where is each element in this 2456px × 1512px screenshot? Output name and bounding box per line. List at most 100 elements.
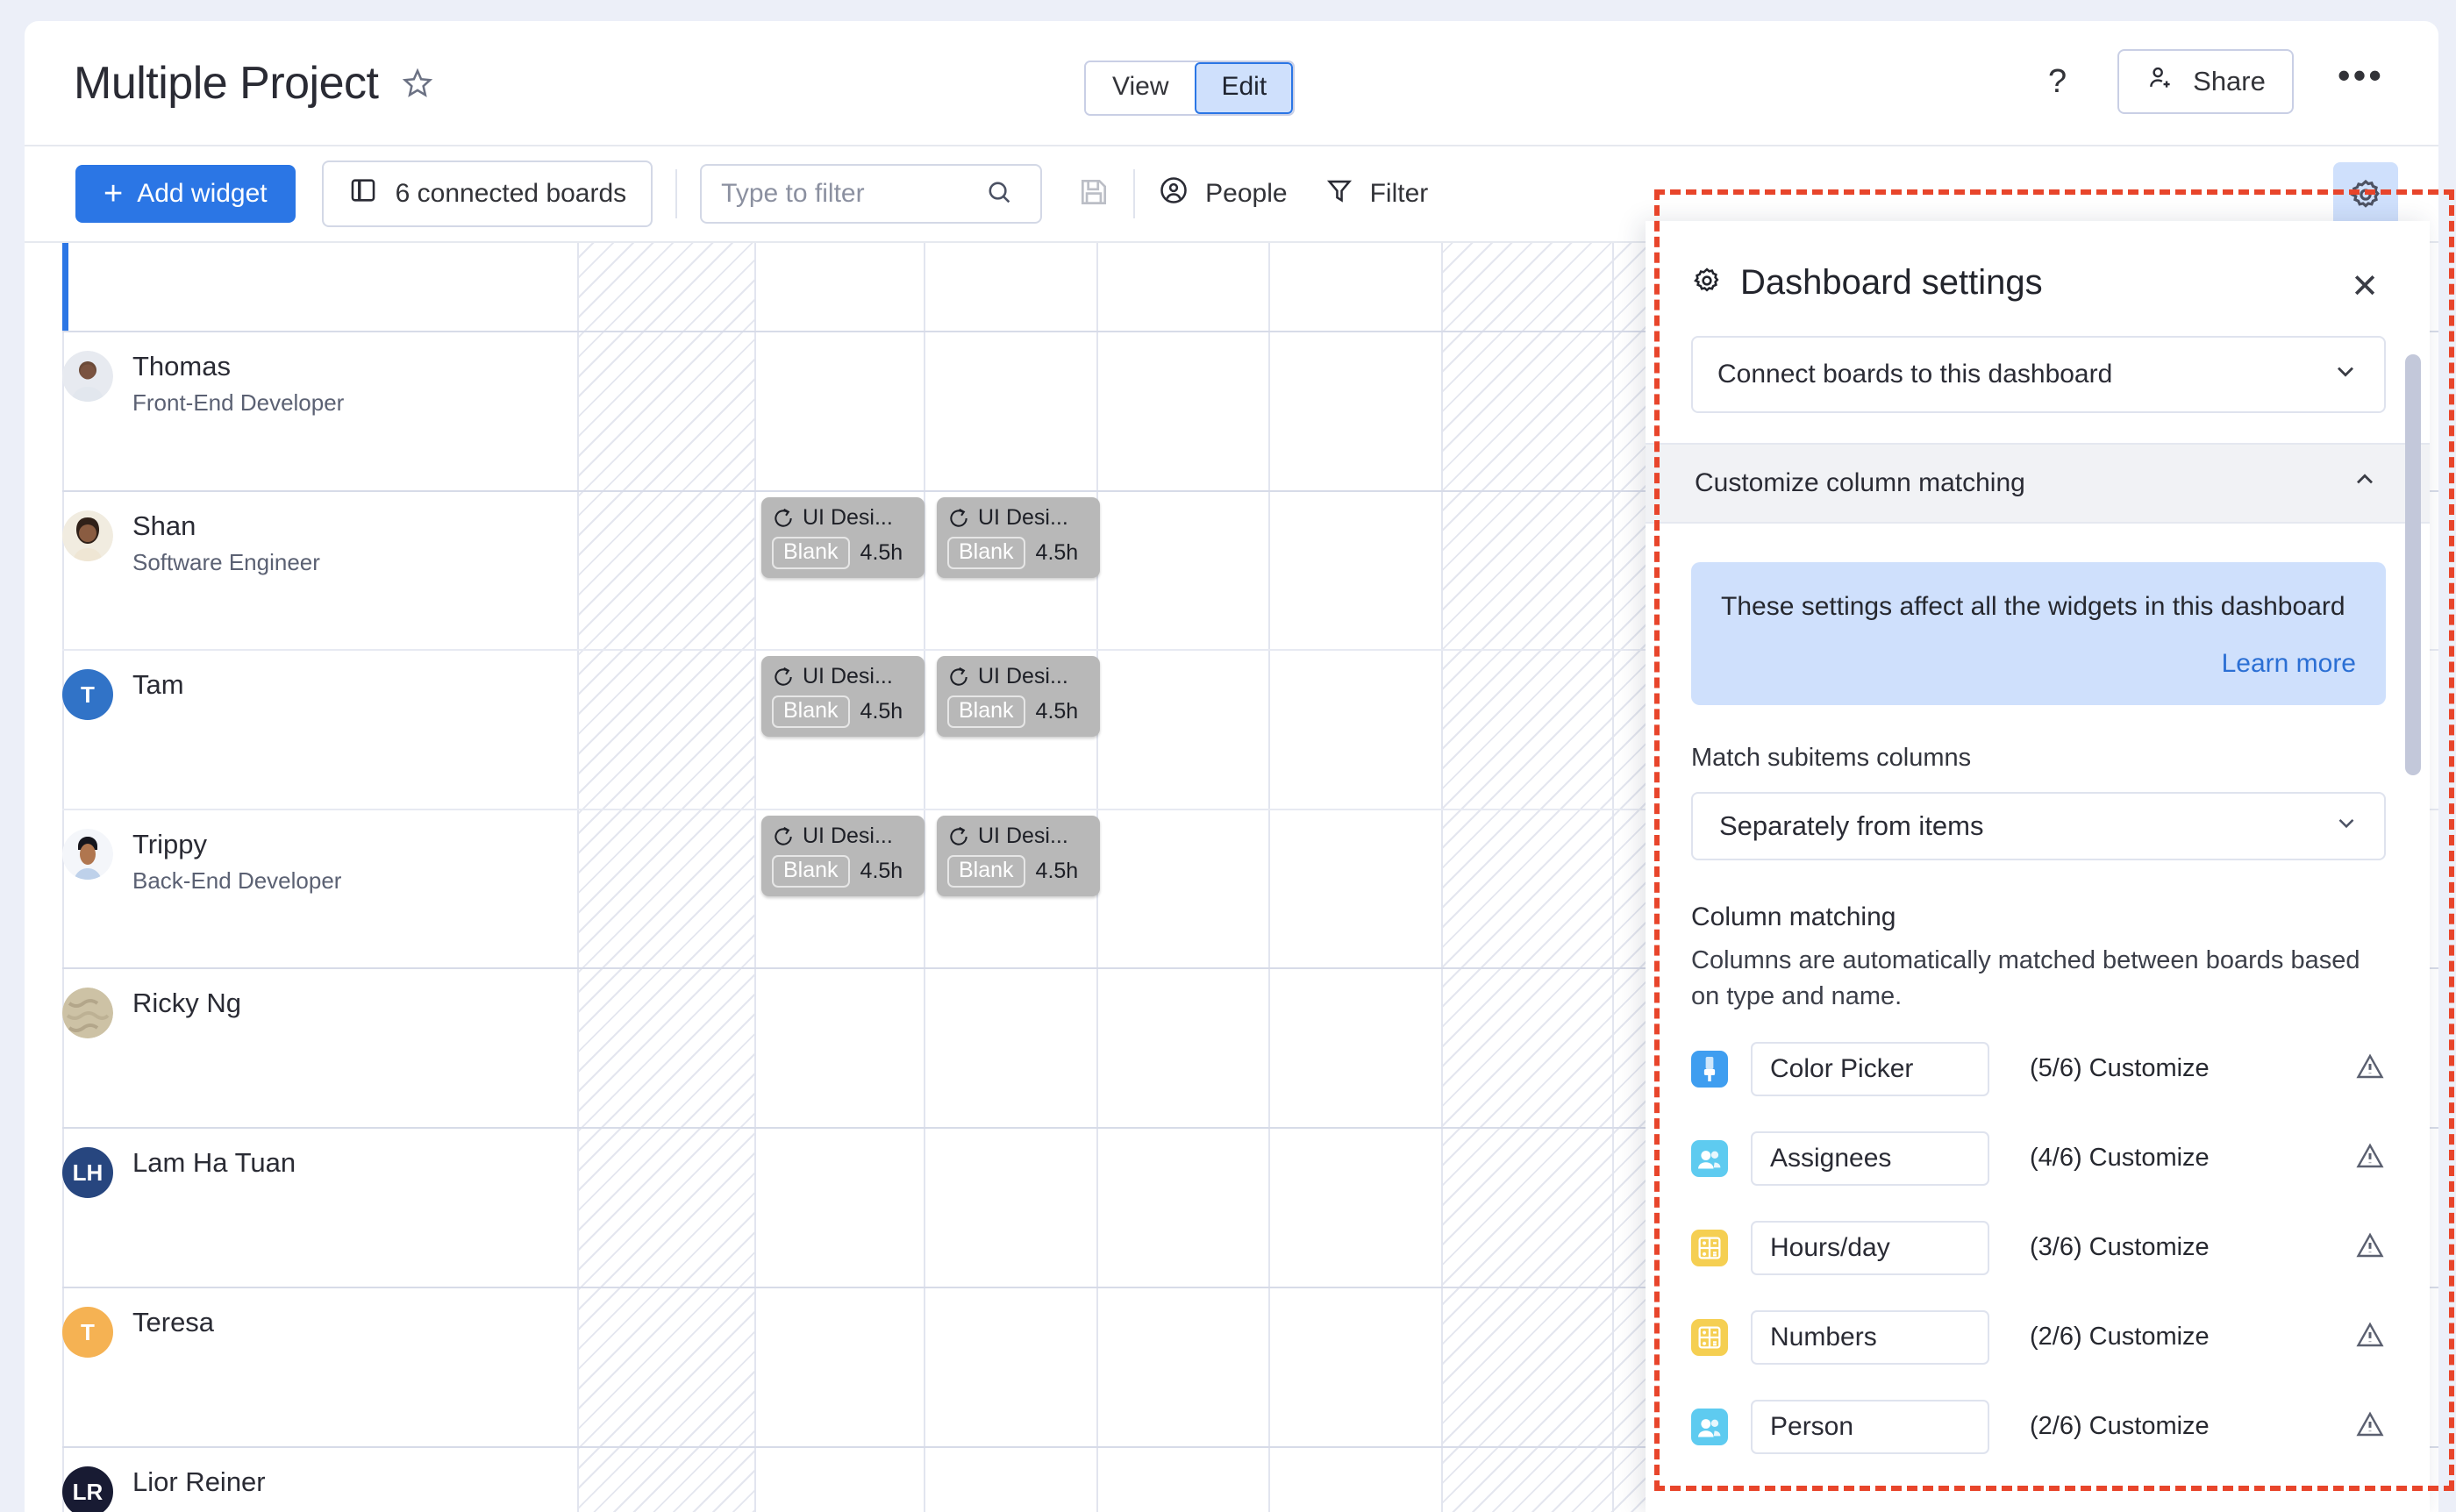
grid-striped-cell bbox=[579, 243, 754, 1512]
star-outline-icon[interactable] bbox=[401, 67, 434, 100]
customize-link[interactable]: (4/6) Customize bbox=[2030, 1144, 2210, 1173]
timer-icon bbox=[775, 667, 792, 686]
table-row[interactable]: T Teresa bbox=[62, 1291, 571, 1358]
task-card[interactable]: UI Desi... Blank 4.5h bbox=[761, 656, 925, 737]
status-badge: Blank bbox=[947, 855, 1025, 888]
tab-edit[interactable]: Edit bbox=[1195, 62, 1294, 114]
person-info: Teresa bbox=[132, 1307, 214, 1338]
dashboard-settings-gear-button[interactable] bbox=[2333, 162, 2398, 227]
tab-view[interactable]: View bbox=[1086, 62, 1196, 114]
customize-link[interactable]: (3/6) Customize bbox=[2030, 1233, 2210, 1262]
page-title: Multiple Project bbox=[74, 57, 379, 109]
warning-icon[interactable] bbox=[2354, 1230, 2386, 1266]
column-match-row: Person (2/6) Customize bbox=[1691, 1399, 2386, 1454]
funnel-icon bbox=[1324, 175, 1354, 212]
match-subitems-select[interactable]: Separately from items bbox=[1691, 792, 2386, 861]
task-hours: 4.5h bbox=[1035, 540, 1079, 565]
task-hours: 4.5h bbox=[860, 859, 903, 883]
chevron-down-icon bbox=[2331, 357, 2360, 392]
warning-icon[interactable] bbox=[2354, 1051, 2386, 1087]
task-card[interactable]: UI Desi... Blank 4.5h bbox=[761, 816, 925, 896]
connect-boards-accordion[interactable]: Connect boards to this dashboard bbox=[1691, 336, 2386, 413]
table-row[interactable]: T Tam bbox=[62, 653, 571, 720]
table-row[interactable]: Thomas Front-End Developer bbox=[62, 335, 571, 417]
customize-link[interactable]: (5/6) Customize bbox=[2030, 1054, 2210, 1083]
task-card[interactable]: UI Desi... Blank 4.5h bbox=[937, 656, 1100, 737]
column-name-input[interactable]: Person bbox=[1751, 1399, 1989, 1454]
avatar: LH bbox=[62, 1147, 113, 1198]
dashboard-settings-panel: Dashboard settings ✕ Connect boards to t… bbox=[1646, 221, 2430, 1512]
connected-boards-button[interactable]: 6 connected boards bbox=[321, 160, 653, 227]
table-row[interactable]: Shan Software Engineer bbox=[62, 495, 571, 576]
app-header: Multiple Project View Edit ? Share ••• bbox=[25, 21, 2438, 146]
grid-column-line bbox=[1612, 243, 1614, 1512]
dashboard-settings-header: Dashboard settings bbox=[1691, 263, 2386, 303]
customize-column-matching-accordion[interactable]: Customize column matching bbox=[1646, 443, 2430, 524]
help-icon[interactable]: ? bbox=[2036, 60, 2079, 104]
task-card-title: UI Desi... bbox=[803, 505, 893, 530]
task-card-header: UI Desi... bbox=[772, 664, 914, 689]
task-card[interactable]: UI Desi... Blank 4.5h bbox=[937, 497, 1100, 578]
timer-icon bbox=[775, 508, 792, 527]
table-row[interactable]: LH Lam Ha Tuan bbox=[62, 1131, 571, 1198]
chevron-down-icon bbox=[2333, 809, 2360, 843]
column-match-row: Color Picker (5/6) Customize bbox=[1691, 1041, 2386, 1096]
task-card-header: UI Desi... bbox=[947, 824, 1089, 849]
share-button[interactable]: Share bbox=[2117, 49, 2294, 114]
filter-label: Filter bbox=[1369, 179, 1429, 208]
column-name-input[interactable]: Numbers bbox=[1751, 1309, 1989, 1365]
task-card-meta: Blank 4.5h bbox=[772, 537, 914, 569]
close-icon[interactable]: ✕ bbox=[2351, 267, 2379, 306]
color-picker-icon bbox=[1691, 1050, 1728, 1088]
status-badge: Blank bbox=[947, 695, 1025, 728]
filter-search-box[interactable] bbox=[700, 164, 1043, 224]
task-card-header: UI Desi... bbox=[947, 664, 1089, 689]
task-card-title: UI Desi... bbox=[978, 505, 1068, 530]
warning-icon[interactable] bbox=[2354, 1319, 2386, 1355]
add-widget-button[interactable]: + Add widget bbox=[75, 165, 296, 223]
warning-icon[interactable] bbox=[2354, 1140, 2386, 1176]
dashboard-app: Multiple Project View Edit ? Share ••• +… bbox=[25, 21, 2438, 1512]
more-options-icon[interactable]: ••• bbox=[2332, 56, 2389, 96]
people-icon bbox=[1691, 1408, 1728, 1445]
search-input[interactable] bbox=[721, 179, 985, 209]
grid-column-line bbox=[1268, 243, 1270, 1512]
save-icon[interactable] bbox=[1077, 175, 1110, 213]
person-name: Shan bbox=[132, 510, 196, 541]
view-edit-toggle[interactable]: View Edit bbox=[1084, 61, 1296, 116]
person-add-icon bbox=[2145, 63, 2175, 100]
grid-selection-bar bbox=[62, 243, 68, 331]
table-row[interactable]: LR Lior Reiner bbox=[62, 1451, 571, 1512]
task-card-title: UI Desi... bbox=[803, 824, 893, 848]
table-row[interactable]: Trippy Back-End Developer bbox=[62, 813, 571, 895]
task-card-header: UI Desi... bbox=[772, 824, 914, 849]
warning-icon[interactable] bbox=[2354, 1409, 2386, 1444]
table-row[interactable]: Ricky Ng bbox=[62, 972, 571, 1038]
numbers-icon bbox=[1691, 1318, 1728, 1356]
column-name-input[interactable]: Hours/day bbox=[1751, 1220, 1989, 1275]
people-filter-button[interactable]: People bbox=[1158, 175, 1288, 213]
filter-button[interactable]: Filter bbox=[1324, 175, 1429, 212]
column-name-input[interactable]: Assignees bbox=[1751, 1130, 1989, 1186]
grid-striped-cell bbox=[1443, 243, 1673, 1512]
status-badge: Blank bbox=[772, 695, 850, 728]
search-icon[interactable] bbox=[984, 177, 1014, 211]
customize-link[interactable]: (2/6) Customize bbox=[2030, 1323, 2210, 1352]
task-card[interactable]: UI Desi... Blank 4.5h bbox=[937, 816, 1100, 896]
person-info: Trippy Back-End Developer bbox=[132, 829, 341, 895]
match-subitems-label: Match subitems columns bbox=[1691, 744, 1972, 773]
panel-scrollbar-thumb[interactable] bbox=[2405, 354, 2421, 775]
task-card[interactable]: UI Desi... Blank 4.5h bbox=[761, 497, 925, 578]
board-icon bbox=[348, 175, 378, 212]
avatar: LR bbox=[62, 1466, 113, 1512]
column-name-input[interactable]: Color Picker bbox=[1751, 1041, 1989, 1096]
column-match-row: Numbers (2/6) Customize bbox=[1691, 1309, 2386, 1365]
people-label: People bbox=[1205, 179, 1288, 208]
timer-icon bbox=[950, 508, 967, 527]
column-matching-title: Column matching bbox=[1691, 902, 1896, 932]
avatar-initials: LH bbox=[72, 1159, 104, 1186]
learn-more-link[interactable]: Learn more bbox=[1721, 645, 2356, 683]
customize-link[interactable]: (2/6) Customize bbox=[2030, 1412, 2210, 1441]
task-card-meta: Blank 4.5h bbox=[947, 695, 1089, 728]
settings-notice-banner: These settings affect all the widgets in… bbox=[1691, 562, 2386, 706]
